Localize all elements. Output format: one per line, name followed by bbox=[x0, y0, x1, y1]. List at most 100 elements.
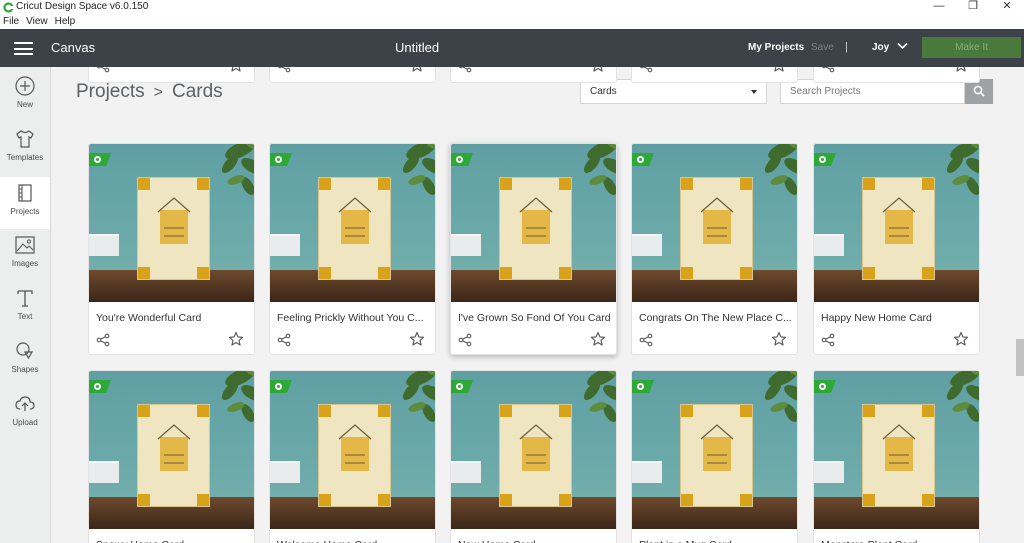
menu-file[interactable]: File bbox=[0, 15, 19, 29]
project-card[interactable]: Happy New Home Card bbox=[813, 143, 980, 355]
minimize-button[interactable]: — bbox=[922, 0, 956, 15]
user-menu[interactable]: Joy bbox=[872, 42, 889, 53]
sidebar-item-label: Upload bbox=[12, 418, 38, 427]
card-thumbnail[interactable] bbox=[451, 144, 616, 302]
star-icon[interactable] bbox=[409, 331, 425, 347]
greeting-card-image bbox=[318, 177, 391, 280]
greeting-card-image bbox=[318, 404, 391, 507]
breadcrumb: Projects > Cards bbox=[76, 81, 223, 103]
menu-help[interactable]: Help bbox=[52, 15, 76, 29]
card-title[interactable]: Welcome Home Card bbox=[277, 539, 377, 543]
breadcrumb-projects[interactable]: Projects bbox=[76, 81, 145, 102]
share-icon[interactable] bbox=[277, 67, 291, 73]
breadcrumb-cards: Cards bbox=[171, 81, 223, 102]
window-title: Cricut Design Space v6.0.150 bbox=[16, 1, 149, 12]
share-icon[interactable] bbox=[96, 67, 110, 73]
project-card-partial[interactable] bbox=[631, 67, 798, 83]
upload-icon bbox=[15, 396, 35, 411]
sidebar-item-projects[interactable]: Projects bbox=[0, 177, 50, 229]
project-card[interactable]: Snowy Home Card bbox=[88, 370, 255, 543]
project-card[interactable]: New Home Card bbox=[450, 370, 617, 543]
app-header: Canvas Untitled My Projects Save | Joy M… bbox=[0, 29, 1024, 67]
project-card[interactable]: I've Grown So Fond Of You Card bbox=[450, 143, 617, 355]
card-title[interactable]: Congrats On The New Place C... bbox=[639, 312, 792, 324]
card-thumbnail[interactable] bbox=[89, 371, 254, 529]
greeting-card-image bbox=[137, 404, 210, 507]
save-button[interactable]: Save bbox=[811, 42, 834, 53]
project-card[interactable]: Feeling Prickly Without You C... bbox=[269, 143, 436, 355]
project-card[interactable]: You're Wonderful Card bbox=[88, 143, 255, 355]
sidebar-item-upload[interactable]: Upload bbox=[0, 393, 50, 445]
card-title[interactable]: You're Wonderful Card bbox=[96, 312, 201, 324]
project-card-partial[interactable] bbox=[450, 67, 617, 83]
project-card[interactable]: Monstera Plant Card bbox=[813, 370, 980, 543]
star-icon[interactable] bbox=[953, 331, 969, 347]
project-card[interactable]: Plant in a Mug Card bbox=[631, 370, 798, 543]
greeting-card-image bbox=[680, 177, 753, 280]
close-button[interactable]: ✕ bbox=[990, 0, 1024, 15]
card-thumbnail[interactable] bbox=[632, 144, 797, 302]
sidebar-item-images[interactable]: Images bbox=[0, 234, 50, 286]
card-title[interactable]: New Home Card bbox=[458, 539, 536, 543]
project-card-partial[interactable] bbox=[269, 67, 436, 83]
star-icon[interactable] bbox=[228, 331, 244, 347]
share-icon[interactable] bbox=[821, 333, 835, 347]
sidebar-item-text[interactable]: Text bbox=[0, 287, 50, 339]
card-thumbnail[interactable] bbox=[89, 144, 254, 302]
share-icon[interactable] bbox=[639, 333, 653, 347]
scrollbar-thumb[interactable] bbox=[1016, 339, 1024, 376]
chevron-down-icon[interactable] bbox=[897, 42, 908, 50]
star-icon[interactable] bbox=[771, 331, 787, 347]
project-card-partial[interactable] bbox=[88, 67, 255, 83]
projects-content: Projects > Cards Cards You're Wonderful Ca… bbox=[51, 67, 1024, 543]
make-it-button[interactable]: Make It bbox=[922, 37, 1021, 58]
project-card[interactable]: Welcome Home Card bbox=[269, 370, 436, 543]
share-icon[interactable] bbox=[458, 67, 472, 73]
sidebar-item-templates[interactable]: Templates bbox=[0, 128, 50, 180]
project-card[interactable]: Congrats On The New Place C... bbox=[631, 143, 798, 355]
share-icon[interactable] bbox=[821, 67, 835, 73]
hamburger-menu-icon[interactable] bbox=[14, 42, 33, 55]
share-icon[interactable] bbox=[639, 67, 653, 73]
share-icon[interactable] bbox=[458, 333, 472, 347]
card-thumbnail[interactable] bbox=[270, 144, 435, 302]
sidebar-item-shapes[interactable]: Shapes bbox=[0, 340, 50, 392]
left-sidebar: New Templates Projects Images Text Shape… bbox=[0, 67, 51, 543]
star-icon[interactable] bbox=[409, 67, 425, 73]
card-title[interactable]: Snowy Home Card bbox=[96, 539, 184, 543]
card-title[interactable]: Happy New Home Card bbox=[821, 312, 932, 324]
paper-stack-decoration bbox=[632, 234, 662, 256]
paper-stack-decoration bbox=[632, 461, 662, 483]
my-projects-link[interactable]: My Projects bbox=[748, 42, 804, 53]
text-icon bbox=[17, 290, 33, 307]
card-title[interactable]: Feeling Prickly Without You C... bbox=[277, 312, 423, 324]
menu-view[interactable]: View bbox=[23, 15, 48, 29]
star-icon[interactable] bbox=[953, 67, 969, 73]
card-thumbnail[interactable] bbox=[632, 371, 797, 529]
card-title[interactable]: Plant in a Mug Card bbox=[639, 539, 732, 543]
greeting-card-image bbox=[680, 404, 753, 507]
project-card-partial[interactable] bbox=[813, 67, 980, 83]
star-icon[interactable] bbox=[771, 67, 787, 73]
menu-bar: File View Help bbox=[0, 15, 1024, 29]
card-thumbnail[interactable] bbox=[814, 144, 979, 302]
share-icon[interactable] bbox=[277, 333, 291, 347]
card-title[interactable]: Monstera Plant Card bbox=[821, 539, 917, 543]
sidebar-item-label: Projects bbox=[10, 207, 40, 216]
card-thumbnail[interactable] bbox=[270, 371, 435, 529]
paper-stack-decoration bbox=[270, 234, 300, 256]
card-thumbnail[interactable] bbox=[451, 371, 616, 529]
maximize-button[interactable]: ❐ bbox=[956, 0, 990, 15]
star-icon[interactable] bbox=[590, 331, 606, 347]
share-icon[interactable] bbox=[96, 333, 110, 347]
card-thumbnail[interactable] bbox=[814, 371, 979, 529]
star-icon[interactable] bbox=[590, 67, 606, 73]
star-icon[interactable] bbox=[228, 67, 244, 73]
card-title[interactable]: I've Grown So Fond Of You Card bbox=[458, 312, 611, 324]
tshirt-icon bbox=[16, 130, 34, 148]
sidebar-item-new[interactable]: New bbox=[0, 75, 50, 127]
canvas-link[interactable]: Canvas bbox=[51, 40, 95, 55]
sidebar-item-label: Templates bbox=[6, 153, 44, 162]
vertical-scrollbar[interactable] bbox=[1016, 67, 1024, 543]
shapes-icon bbox=[16, 342, 34, 360]
